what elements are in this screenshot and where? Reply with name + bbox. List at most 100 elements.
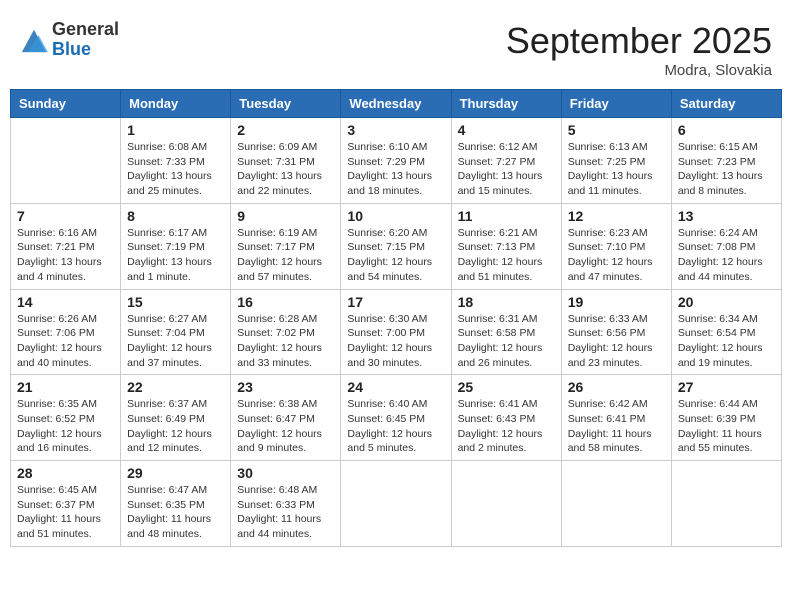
weekday-header: Monday bbox=[121, 90, 231, 118]
weekday-header: Tuesday bbox=[231, 90, 341, 118]
calendar-cell: 5 Sunrise: 6:13 AMSunset: 7:25 PMDayligh… bbox=[561, 118, 671, 204]
day-info: Sunrise: 6:30 AMSunset: 7:00 PMDaylight:… bbox=[347, 312, 444, 371]
calendar-cell: 2 Sunrise: 6:09 AMSunset: 7:31 PMDayligh… bbox=[231, 118, 341, 204]
day-info: Sunrise: 6:24 AMSunset: 7:08 PMDaylight:… bbox=[678, 226, 775, 285]
day-info: Sunrise: 6:34 AMSunset: 6:54 PMDaylight:… bbox=[678, 312, 775, 371]
calendar-cell: 30 Sunrise: 6:48 AMSunset: 6:33 PMDaylig… bbox=[231, 461, 341, 547]
calendar-cell: 3 Sunrise: 6:10 AMSunset: 7:29 PMDayligh… bbox=[341, 118, 451, 204]
day-info: Sunrise: 6:27 AMSunset: 7:04 PMDaylight:… bbox=[127, 312, 224, 371]
calendar-cell: 26 Sunrise: 6:42 AMSunset: 6:41 PMDaylig… bbox=[561, 375, 671, 461]
day-info: Sunrise: 6:10 AMSunset: 7:29 PMDaylight:… bbox=[347, 140, 444, 199]
day-info: Sunrise: 6:12 AMSunset: 7:27 PMDaylight:… bbox=[458, 140, 555, 199]
calendar-cell: 18 Sunrise: 6:31 AMSunset: 6:58 PMDaylig… bbox=[451, 289, 561, 375]
calendar-cell: 6 Sunrise: 6:15 AMSunset: 7:23 PMDayligh… bbox=[671, 118, 781, 204]
calendar-cell: 1 Sunrise: 6:08 AMSunset: 7:33 PMDayligh… bbox=[121, 118, 231, 204]
day-number: 23 bbox=[237, 379, 334, 395]
calendar-cell bbox=[561, 461, 671, 547]
calendar-cell: 10 Sunrise: 6:20 AMSunset: 7:15 PMDaylig… bbox=[341, 203, 451, 289]
day-number: 16 bbox=[237, 294, 334, 310]
location: Modra, Slovakia bbox=[506, 62, 772, 79]
logo: General Blue bbox=[20, 20, 119, 60]
day-info: Sunrise: 6:13 AMSunset: 7:25 PMDaylight:… bbox=[568, 140, 665, 199]
day-info: Sunrise: 6:42 AMSunset: 6:41 PMDaylight:… bbox=[568, 397, 665, 456]
day-info: Sunrise: 6:37 AMSunset: 6:49 PMDaylight:… bbox=[127, 397, 224, 456]
day-info: Sunrise: 6:35 AMSunset: 6:52 PMDaylight:… bbox=[17, 397, 114, 456]
calendar-cell: 21 Sunrise: 6:35 AMSunset: 6:52 PMDaylig… bbox=[11, 375, 121, 461]
day-number: 27 bbox=[678, 379, 775, 395]
day-info: Sunrise: 6:20 AMSunset: 7:15 PMDaylight:… bbox=[347, 226, 444, 285]
day-number: 25 bbox=[458, 379, 555, 395]
calendar-cell: 27 Sunrise: 6:44 AMSunset: 6:39 PMDaylig… bbox=[671, 375, 781, 461]
day-info: Sunrise: 6:33 AMSunset: 6:56 PMDaylight:… bbox=[568, 312, 665, 371]
logo-icon bbox=[20, 26, 48, 54]
day-info: Sunrise: 6:21 AMSunset: 7:13 PMDaylight:… bbox=[458, 226, 555, 285]
calendar-cell bbox=[341, 461, 451, 547]
day-number: 18 bbox=[458, 294, 555, 310]
calendar-cell: 29 Sunrise: 6:47 AMSunset: 6:35 PMDaylig… bbox=[121, 461, 231, 547]
calendar-cell: 12 Sunrise: 6:23 AMSunset: 7:10 PMDaylig… bbox=[561, 203, 671, 289]
calendar-cell bbox=[11, 118, 121, 204]
day-number: 17 bbox=[347, 294, 444, 310]
calendar-week-row: 28 Sunrise: 6:45 AMSunset: 6:37 PMDaylig… bbox=[11, 461, 782, 547]
calendar-cell: 11 Sunrise: 6:21 AMSunset: 7:13 PMDaylig… bbox=[451, 203, 561, 289]
weekday-header: Thursday bbox=[451, 90, 561, 118]
logo-general-text: General bbox=[52, 20, 119, 40]
day-number: 19 bbox=[568, 294, 665, 310]
day-number: 4 bbox=[458, 122, 555, 138]
day-info: Sunrise: 6:41 AMSunset: 6:43 PMDaylight:… bbox=[458, 397, 555, 456]
calendar-cell: 25 Sunrise: 6:41 AMSunset: 6:43 PMDaylig… bbox=[451, 375, 561, 461]
calendar-cell: 24 Sunrise: 6:40 AMSunset: 6:45 PMDaylig… bbox=[341, 375, 451, 461]
month-title: September 2025 bbox=[506, 20, 772, 62]
calendar-cell: 20 Sunrise: 6:34 AMSunset: 6:54 PMDaylig… bbox=[671, 289, 781, 375]
day-number: 21 bbox=[17, 379, 114, 395]
day-number: 26 bbox=[568, 379, 665, 395]
day-number: 5 bbox=[568, 122, 665, 138]
weekday-header: Saturday bbox=[671, 90, 781, 118]
calendar-cell: 14 Sunrise: 6:26 AMSunset: 7:06 PMDaylig… bbox=[11, 289, 121, 375]
calendar-week-row: 14 Sunrise: 6:26 AMSunset: 7:06 PMDaylig… bbox=[11, 289, 782, 375]
weekday-header: Wednesday bbox=[341, 90, 451, 118]
calendar-cell: 13 Sunrise: 6:24 AMSunset: 7:08 PMDaylig… bbox=[671, 203, 781, 289]
calendar-cell: 22 Sunrise: 6:37 AMSunset: 6:49 PMDaylig… bbox=[121, 375, 231, 461]
day-number: 8 bbox=[127, 208, 224, 224]
day-number: 2 bbox=[237, 122, 334, 138]
calendar-cell: 4 Sunrise: 6:12 AMSunset: 7:27 PMDayligh… bbox=[451, 118, 561, 204]
calendar-cell bbox=[671, 461, 781, 547]
day-number: 28 bbox=[17, 465, 114, 481]
calendar-week-row: 7 Sunrise: 6:16 AMSunset: 7:21 PMDayligh… bbox=[11, 203, 782, 289]
calendar-cell: 7 Sunrise: 6:16 AMSunset: 7:21 PMDayligh… bbox=[11, 203, 121, 289]
day-info: Sunrise: 6:19 AMSunset: 7:17 PMDaylight:… bbox=[237, 226, 334, 285]
day-info: Sunrise: 6:47 AMSunset: 6:35 PMDaylight:… bbox=[127, 483, 224, 542]
calendar-cell: 15 Sunrise: 6:27 AMSunset: 7:04 PMDaylig… bbox=[121, 289, 231, 375]
calendar-table: SundayMondayTuesdayWednesdayThursdayFrid… bbox=[10, 89, 782, 547]
calendar-cell: 8 Sunrise: 6:17 AMSunset: 7:19 PMDayligh… bbox=[121, 203, 231, 289]
day-info: Sunrise: 6:09 AMSunset: 7:31 PMDaylight:… bbox=[237, 140, 334, 199]
day-info: Sunrise: 6:31 AMSunset: 6:58 PMDaylight:… bbox=[458, 312, 555, 371]
calendar-cell: 9 Sunrise: 6:19 AMSunset: 7:17 PMDayligh… bbox=[231, 203, 341, 289]
day-number: 24 bbox=[347, 379, 444, 395]
calendar-cell: 28 Sunrise: 6:45 AMSunset: 6:37 PMDaylig… bbox=[11, 461, 121, 547]
day-number: 30 bbox=[237, 465, 334, 481]
day-info: Sunrise: 6:40 AMSunset: 6:45 PMDaylight:… bbox=[347, 397, 444, 456]
day-number: 6 bbox=[678, 122, 775, 138]
calendar-cell: 17 Sunrise: 6:30 AMSunset: 7:00 PMDaylig… bbox=[341, 289, 451, 375]
weekday-header: Sunday bbox=[11, 90, 121, 118]
day-info: Sunrise: 6:48 AMSunset: 6:33 PMDaylight:… bbox=[237, 483, 334, 542]
day-number: 13 bbox=[678, 208, 775, 224]
day-info: Sunrise: 6:15 AMSunset: 7:23 PMDaylight:… bbox=[678, 140, 775, 199]
calendar-cell: 23 Sunrise: 6:38 AMSunset: 6:47 PMDaylig… bbox=[231, 375, 341, 461]
day-info: Sunrise: 6:28 AMSunset: 7:02 PMDaylight:… bbox=[237, 312, 334, 371]
day-number: 7 bbox=[17, 208, 114, 224]
day-info: Sunrise: 6:08 AMSunset: 7:33 PMDaylight:… bbox=[127, 140, 224, 199]
calendar-cell: 19 Sunrise: 6:33 AMSunset: 6:56 PMDaylig… bbox=[561, 289, 671, 375]
day-number: 1 bbox=[127, 122, 224, 138]
day-info: Sunrise: 6:45 AMSunset: 6:37 PMDaylight:… bbox=[17, 483, 114, 542]
day-info: Sunrise: 6:38 AMSunset: 6:47 PMDaylight:… bbox=[237, 397, 334, 456]
page-header: General Blue September 2025 Modra, Slova… bbox=[10, 10, 782, 84]
calendar-cell: 16 Sunrise: 6:28 AMSunset: 7:02 PMDaylig… bbox=[231, 289, 341, 375]
day-number: 15 bbox=[127, 294, 224, 310]
day-number: 10 bbox=[347, 208, 444, 224]
calendar-week-row: 21 Sunrise: 6:35 AMSunset: 6:52 PMDaylig… bbox=[11, 375, 782, 461]
day-info: Sunrise: 6:26 AMSunset: 7:06 PMDaylight:… bbox=[17, 312, 114, 371]
title-block: September 2025 Modra, Slovakia bbox=[506, 20, 772, 79]
